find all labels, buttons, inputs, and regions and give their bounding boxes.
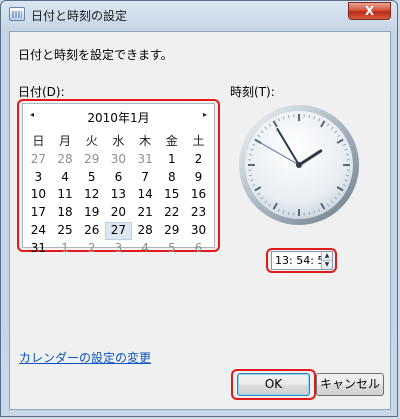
calendar-day[interactable]: 14 xyxy=(132,186,159,204)
calendar-day[interactable]: 12 xyxy=(78,186,105,204)
calendar-day[interactable]: 28 xyxy=(52,151,79,169)
calendar-day[interactable]: 26 xyxy=(78,222,105,240)
spin-down-icon[interactable]: ▼ xyxy=(321,261,332,269)
clock-tick xyxy=(308,115,311,119)
window-title: 日付と時刻の設定 xyxy=(31,9,128,23)
calendar-day[interactable]: 4 xyxy=(52,169,79,187)
weekday-header: 土 xyxy=(192,134,205,148)
calendar-day[interactable]: 24 xyxy=(25,222,52,240)
calendar-day[interactable]: 29 xyxy=(78,151,105,169)
calendar-day[interactable]: 22 xyxy=(158,204,185,222)
calendar-day[interactable]: 31 xyxy=(25,240,52,258)
spin-up-icon[interactable]: ▲ xyxy=(321,252,332,261)
next-month-icon[interactable]: ▸ xyxy=(199,108,211,122)
clock-tick xyxy=(249,153,253,156)
calendar-day[interactable]: 30 xyxy=(105,151,132,169)
close-button[interactable]: X xyxy=(348,2,391,20)
weekday-header: 日 xyxy=(32,134,45,148)
calendar-day[interactable]: 2 xyxy=(185,151,212,169)
calendar-clock-icon xyxy=(9,7,25,21)
weekday-header: 金 xyxy=(165,134,178,148)
calendar-day[interactable]: 6 xyxy=(185,240,212,258)
calendar-day[interactable]: 29 xyxy=(158,222,185,240)
dialog-content: 日付と時刻を設定できます。 日付(D): 時刻(T): ◂ 2010年1月 ▸ … xyxy=(9,31,391,410)
calendar-day[interactable]: 2 xyxy=(78,240,105,258)
calendar-day[interactable]: 16 xyxy=(185,186,212,204)
dialog-window: 日付と時刻の設定 X 日付と時刻を設定できます。 日付(D): 時刻(T): ◂… xyxy=(0,0,398,417)
calendar-day[interactable]: 3 xyxy=(25,169,52,187)
calendar-day[interactable]: 5 xyxy=(158,240,185,258)
calendar-day[interactable]: 21 xyxy=(132,204,159,222)
clock-center xyxy=(296,162,302,168)
calendar-day[interactable]: 10 xyxy=(25,186,52,204)
calendar-day[interactable]: 13 xyxy=(105,186,132,204)
month-calendar[interactable]: ◂ 2010年1月 ▸ 日 月 火 水 木 金 土 27 28 29 30 31… xyxy=(22,103,215,255)
calendar-day[interactable]: 17 xyxy=(25,204,52,222)
clock-tick xyxy=(287,211,290,215)
analog-clock xyxy=(236,102,362,228)
calendar-day[interactable]: 15 xyxy=(158,186,185,204)
calendar-day[interactable]: 23 xyxy=(185,204,212,222)
time-input[interactable]: 13: 54: 50 ▲ ▼ xyxy=(271,251,333,270)
clock-tick xyxy=(287,115,290,119)
calendar-day[interactable]: 19 xyxy=(78,204,105,222)
weekday-header: 火 xyxy=(85,134,98,148)
weekday-header: 木 xyxy=(139,134,152,148)
title-bar: 日付と時刻の設定 X xyxy=(1,1,397,29)
calendar-day[interactable]: 3 xyxy=(105,240,132,258)
clock-tick xyxy=(308,211,311,215)
cancel-button[interactable]: キャンセル xyxy=(316,373,384,396)
clock-tick xyxy=(345,153,349,156)
calendar-day[interactable]: 4 xyxy=(132,240,159,258)
calendar-day[interactable]: 7 xyxy=(132,169,159,187)
calendar-day[interactable]: 1 xyxy=(52,240,79,258)
calendar-month-title[interactable]: 2010年1月 xyxy=(23,109,214,126)
calendar-day[interactable]: 28 xyxy=(132,222,159,240)
clock-tick xyxy=(345,174,349,177)
calendar-day[interactable]: 6 xyxy=(105,169,132,187)
change-calendar-settings-link[interactable]: カレンダーの設定の変更 xyxy=(19,349,151,366)
calendar-day[interactable]: 18 xyxy=(52,204,79,222)
calendar-day[interactable]: 20 xyxy=(105,204,132,222)
calendar-grid: 日 月 火 水 木 金 土 27 28 29 30 31 1 2 3 4 5 6… xyxy=(25,133,212,258)
time-label: 時刻(T): xyxy=(230,85,275,99)
time-spinner[interactable]: ▲ ▼ xyxy=(321,252,332,269)
calendar-day[interactable]: 25 xyxy=(52,222,79,240)
date-label: 日付(D): xyxy=(18,85,65,99)
calendar-day-selected[interactable]: 27 xyxy=(105,221,132,240)
calendar-header: ◂ 2010年1月 ▸ xyxy=(23,104,214,126)
ok-button[interactable]: OK xyxy=(237,373,310,396)
clock-tick xyxy=(249,174,253,177)
calendar-day[interactable]: 5 xyxy=(78,169,105,187)
calendar-day[interactable]: 11 xyxy=(52,186,79,204)
calendar-day[interactable]: 9 xyxy=(185,169,212,187)
calendar-day[interactable]: 27 xyxy=(25,151,52,169)
weekday-header: 月 xyxy=(59,134,72,148)
weekday-header: 水 xyxy=(112,134,125,148)
instruction-text: 日付と時刻を設定できます。 xyxy=(18,48,173,62)
calendar-day[interactable]: 31 xyxy=(132,151,159,169)
calendar-day[interactable]: 30 xyxy=(185,222,212,240)
calendar-day[interactable]: 1 xyxy=(158,151,185,169)
calendar-day[interactable]: 8 xyxy=(158,169,185,187)
clock-face-icon xyxy=(239,105,359,225)
